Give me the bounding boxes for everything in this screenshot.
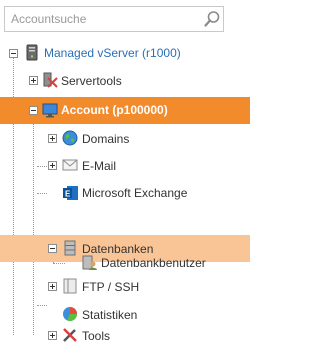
tree-node-label[interactable]: Microsoft Exchange bbox=[82, 186, 187, 200]
search-icon[interactable] bbox=[203, 10, 221, 28]
collapse-toggle[interactable] bbox=[9, 49, 18, 58]
tree-node-label[interactable]: Managed vServer (r1000) bbox=[44, 46, 181, 60]
expand-toggle[interactable] bbox=[29, 76, 38, 85]
account-search bbox=[4, 6, 224, 32]
expand-toggle[interactable] bbox=[48, 331, 57, 340]
expand-toggle[interactable] bbox=[48, 161, 57, 170]
collapse-toggle[interactable] bbox=[29, 106, 38, 115]
tree-node-exchange[interactable]: E Microsoft Exchange bbox=[0, 179, 250, 206]
tree-node-domains[interactable]: Domains bbox=[0, 125, 250, 152]
tree-node-tools[interactable]: Tools bbox=[0, 318, 250, 345]
globe-icon bbox=[62, 130, 78, 146]
expand-toggle[interactable] bbox=[48, 282, 57, 291]
tree-node-label[interactable]: Domains bbox=[82, 132, 129, 146]
expand-toggle[interactable] bbox=[48, 134, 57, 143]
tree-node-label[interactable]: Tools bbox=[82, 329, 110, 343]
monitor-icon bbox=[42, 102, 58, 118]
tree-node-label[interactable]: Account (p100000) bbox=[61, 103, 168, 117]
server-icon bbox=[24, 44, 40, 61]
tree-node-email[interactable]: E-Mail bbox=[0, 152, 250, 179]
tree-node-label[interactable]: Servertools bbox=[61, 74, 122, 88]
tree-node-managed-vserver[interactable]: Managed vServer (r1000) bbox=[0, 40, 250, 67]
tree-node-label[interactable]: E-Mail bbox=[82, 159, 116, 173]
search-input[interactable] bbox=[11, 12, 191, 26]
envelope-icon bbox=[62, 157, 78, 173]
tools-icon bbox=[62, 327, 78, 343]
tree-node-label[interactable]: Datenbanken bbox=[82, 242, 153, 256]
servertools-icon bbox=[42, 72, 58, 88]
exchange-icon: E bbox=[62, 184, 78, 200]
collapse-toggle[interactable] bbox=[48, 244, 57, 253]
tree-node-servertools[interactable]: Servertools bbox=[0, 67, 250, 94]
tree-node-statistiken[interactable]: Statistiken bbox=[0, 291, 250, 322]
tree-node-ftp[interactable]: FTP / SSH bbox=[0, 263, 250, 294]
database-icon bbox=[62, 240, 78, 256]
tree-node-account[interactable]: Account (p100000) bbox=[0, 97, 250, 124]
svg-text:E: E bbox=[65, 190, 71, 199]
